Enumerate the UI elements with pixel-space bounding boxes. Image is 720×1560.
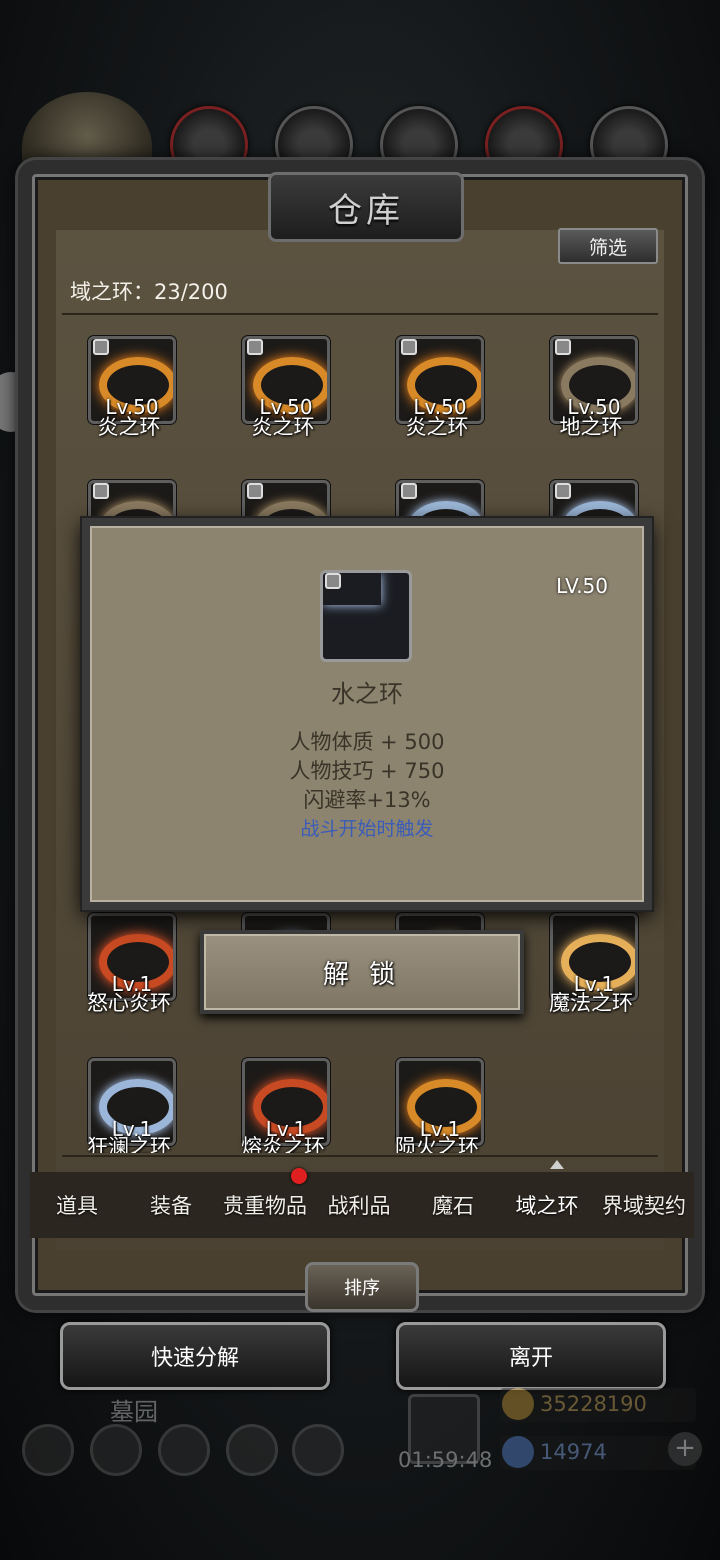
lock-icon (555, 483, 571, 499)
tab-equipment[interactable]: 装备 (124, 1172, 218, 1238)
gem-icon (502, 1436, 534, 1468)
item-name: 炎之环 (405, 415, 469, 439)
item-name: 怒心炎环 (87, 991, 171, 1015)
settings-icon[interactable] (22, 1424, 74, 1476)
item-name: 魔法之环 (549, 991, 633, 1015)
lock-icon (401, 339, 417, 355)
location-label: 墓园 (110, 1398, 158, 1426)
tooltip-stat: 闪避率+13% (303, 788, 431, 812)
divider-bottom (62, 1155, 658, 1157)
badge-icon[interactable] (90, 1424, 142, 1476)
panel-title-plate: 仓库 (268, 172, 464, 242)
lock-icon (325, 573, 341, 589)
tooltip-stat: 人物体质 + 500 (289, 730, 445, 754)
lock-icon (93, 483, 109, 499)
tab-domain-contracts[interactable]: 界域契约 (594, 1172, 694, 1238)
active-tab-indicator (550, 1160, 564, 1169)
item-detail-tooltip: LV.50 水之环 人物体质 + 500 人物技巧 + 750 闪避率+13% … (82, 518, 652, 910)
unlock-button[interactable]: 解 锁 (200, 930, 524, 1014)
item-name: 地之环 (559, 415, 623, 439)
item-name: 陨火之环 (395, 1135, 479, 1153)
gold-amount: 35228190 (540, 1392, 647, 1416)
tooltip-level: LV.50 (556, 574, 608, 598)
gift-timer: 01:59:48 (398, 1448, 493, 1472)
tab-items[interactable]: 道具 (30, 1172, 124, 1238)
tooltip-item-name: 水之环 (331, 680, 403, 708)
background-hud: 墓园 01:59:48 35228190 14974 + (0, 1380, 720, 1560)
tooltip-item-icon (320, 570, 412, 662)
category-tabs: 道具 装备 贵重物品 战利品 魔石 域之环 界域契约 (30, 1172, 694, 1238)
tab-magic-stones[interactable]: 魔石 (406, 1172, 500, 1238)
lock-icon (247, 483, 263, 499)
gold-counter: 35228190 (500, 1388, 696, 1422)
shop-icon[interactable] (292, 1424, 344, 1476)
mail-icon[interactable] (226, 1424, 278, 1476)
divider-top (62, 313, 658, 315)
item-name: 炎之环 (251, 415, 315, 439)
item-name: 熔炎之环 (241, 1135, 325, 1153)
item-name: 狂澜之环 (87, 1135, 171, 1153)
gem-amount: 14974 (540, 1440, 607, 1464)
tooltip-trigger-note: 战斗开始时触发 (300, 818, 434, 840)
tooltip-stat: 人物技巧 + 750 (289, 759, 445, 783)
unlock-label: 解 锁 (322, 959, 402, 990)
lock-icon (93, 339, 109, 355)
gem-counter: 14974 (500, 1436, 696, 1470)
lock-icon (247, 339, 263, 355)
tab-domain-rings[interactable]: 域之环 (500, 1172, 594, 1238)
sort-button[interactable]: 排序 (305, 1262, 419, 1312)
lock-icon (401, 483, 417, 499)
item-name: 炎之环 (97, 415, 161, 439)
item-count: 域之环：23/200 (70, 280, 228, 304)
guild-icon[interactable] (158, 1424, 210, 1476)
panel-title: 仓库 (328, 190, 404, 231)
add-currency-button[interactable]: + (668, 1432, 702, 1466)
filter-button[interactable]: 筛选 (558, 228, 658, 264)
lock-icon (555, 339, 571, 355)
notification-badge (291, 1168, 307, 1184)
gold-coin-icon (502, 1388, 534, 1420)
tab-loot[interactable]: 战利品 (312, 1172, 406, 1238)
